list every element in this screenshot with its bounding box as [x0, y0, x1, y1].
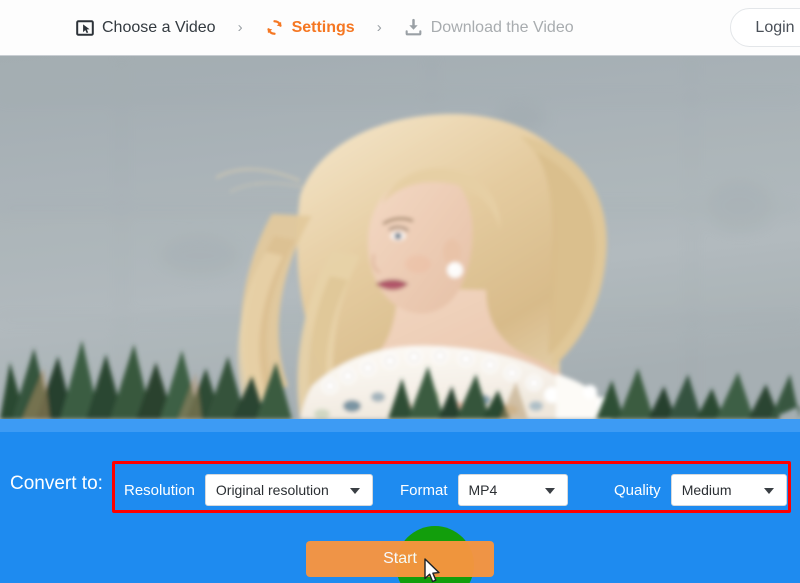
video-preview[interactable] — [0, 56, 800, 419]
step-choose-a-video[interactable]: Choose a Video — [76, 19, 216, 37]
format-select[interactable]: MP4 — [457, 474, 568, 506]
step-download-the-video[interactable]: Download the Video — [404, 18, 574, 37]
refresh-icon — [265, 18, 284, 37]
step-separator-2: › — [376, 19, 382, 36]
quality-value: Medium — [681, 482, 732, 498]
quality-control: Quality Medium — [614, 474, 787, 506]
format-label: Format — [400, 481, 448, 499]
chevron-down-icon — [763, 488, 774, 494]
resolution-control: Resolution Original resolution — [124, 474, 373, 506]
step-settings[interactable]: Settings — [265, 18, 355, 37]
start-button-label: Start — [383, 550, 417, 567]
step-choose-a-video-label: Choose a Video — [102, 18, 216, 36]
start-button[interactable]: Start — [306, 541, 494, 577]
step-breadcrumb: Choose a Video › Settings › Download the… — [76, 0, 574, 55]
login-button-label: Login — [755, 18, 795, 36]
resolution-label: Resolution — [124, 481, 195, 499]
app-header: Choose a Video › Settings › Download the… — [0, 0, 800, 56]
panel-top-accent-strip — [0, 419, 800, 432]
preview-frame-image — [0, 56, 800, 419]
resolution-select[interactable]: Original resolution — [204, 474, 373, 506]
quality-select[interactable]: Medium — [670, 474, 787, 506]
chevron-down-icon — [544, 488, 555, 494]
quality-label: Quality — [614, 481, 661, 499]
resolution-value: Original resolution — [215, 482, 329, 498]
step-separator-1: › — [237, 19, 243, 36]
video-converter-app: Choose a Video › Settings › Download the… — [0, 0, 800, 583]
chevron-down-icon — [349, 488, 360, 494]
login-button[interactable]: Login — [730, 8, 800, 47]
format-control: Format MP4 — [400, 474, 568, 506]
convert-to-label: Convert to: — [10, 473, 103, 494]
video-cursor-icon — [76, 19, 94, 37]
download-icon — [404, 18, 423, 37]
step-download-the-video-label: Download the Video — [430, 18, 574, 36]
format-value: MP4 — [468, 482, 498, 498]
step-settings-label: Settings — [291, 18, 355, 36]
